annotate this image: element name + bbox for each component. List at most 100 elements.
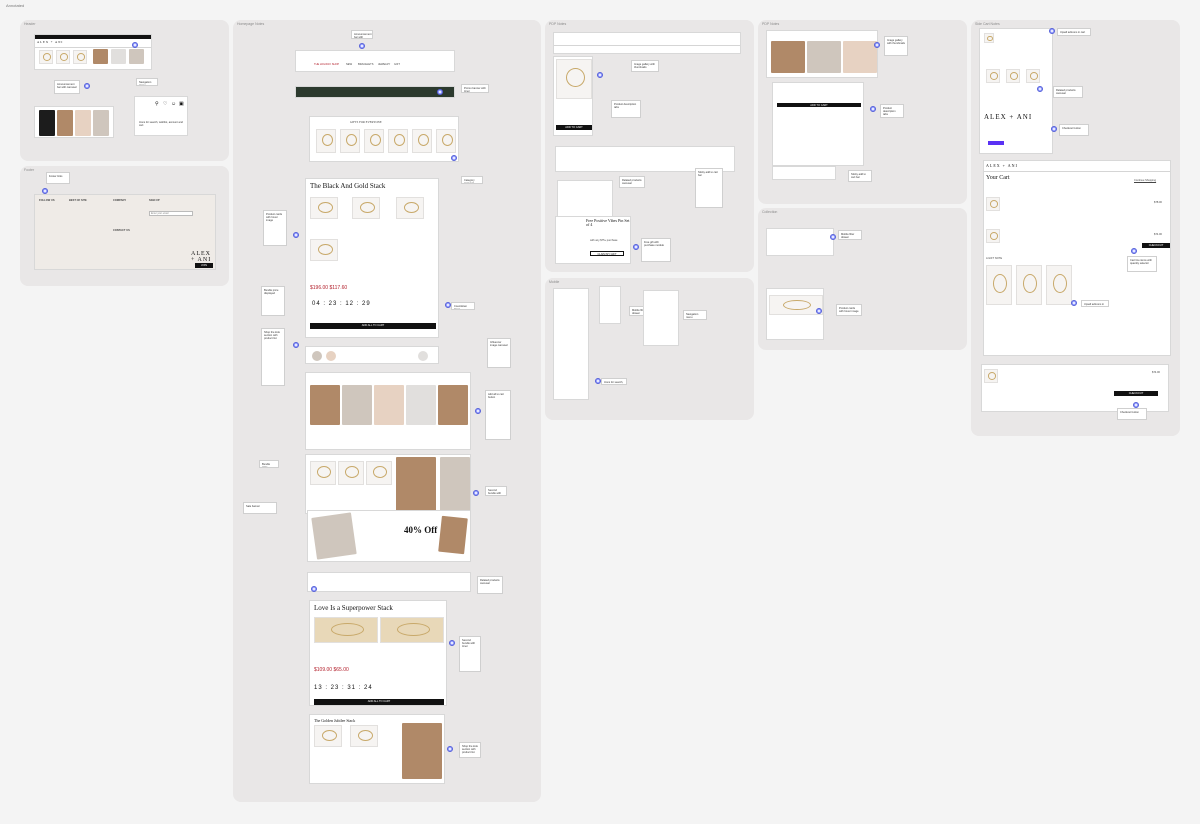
promo-banner[interactable] [295, 86, 455, 98]
annotation-note: Related products carousel [477, 576, 503, 594]
account-icon[interactable]: ☺ [171, 101, 176, 107]
upsell-product[interactable] [984, 33, 994, 43]
annotation-pin[interactable] [447, 746, 453, 752]
gift-module[interactable]: Free Positive Vibes Pin Set of 4 with an… [555, 216, 631, 264]
gift-card[interactable] [388, 129, 408, 153]
pdp-add-to-cart[interactable]: ADD TO CART [556, 125, 592, 130]
frame-title: Footer [24, 168, 35, 172]
continue-link[interactable]: Continue Shopping [1134, 179, 1156, 182]
pdp2-add-button[interactable]: ADD TO CART [777, 103, 861, 107]
superpower-product[interactable] [380, 617, 444, 643]
summary-checkout-button[interactable]: CHECKOUT [1114, 391, 1158, 396]
pdp-product: ADD TO CART [553, 56, 593, 136]
annotation-pin[interactable] [293, 342, 299, 348]
annotation-pin[interactable] [830, 234, 836, 240]
cart-item-image[interactable] [986, 197, 1000, 211]
join-button[interactable]: JOIN [195, 263, 213, 268]
nav-item[interactable]: BRACELETS [358, 63, 373, 66]
annotation-note: Icons for search, wishlist, account and … [601, 378, 627, 385]
annotation-pin[interactable] [1049, 28, 1055, 34]
claim-gift-button[interactable]: CLAIM MY GIFT [590, 251, 624, 256]
gallery-photo [807, 41, 841, 73]
annotation-pin[interactable] [633, 244, 639, 250]
header-logo[interactable]: ALEX + ANI [37, 40, 63, 44]
annotation-pin[interactable] [451, 155, 457, 161]
nav-item[interactable]: JEWELRY [378, 63, 390, 66]
annotation-note: Related products carousel [619, 176, 645, 188]
nav-item[interactable]: THE HOLIDAY SHOP [314, 63, 339, 66]
annotation-note: Shop the look section with product list [261, 328, 285, 386]
upsell-product[interactable] [986, 69, 1000, 83]
cart-header-logo: ALEX + ANI [986, 163, 1018, 168]
addon-card[interactable] [1016, 265, 1042, 305]
annotation-pin[interactable] [1037, 86, 1043, 92]
cart-summary-screenshot: $74.00 CHECKOUT [981, 364, 1169, 412]
gift-card[interactable] [316, 129, 336, 153]
add-all-button[interactable]: ADD ALL TO CART [310, 323, 436, 329]
sale-banner[interactable]: 40% Off [307, 510, 471, 562]
frame-footer: Footer Footer links FOLLOW US BEST OF SI… [20, 166, 229, 286]
annotation-pin[interactable] [1071, 300, 1077, 306]
shop-pay-button[interactable] [988, 141, 1004, 145]
frame-title: PDP Notes [762, 22, 780, 26]
jubilee-product[interactable] [314, 725, 342, 747]
gift-card[interactable] [364, 129, 384, 153]
gift-card[interactable] [340, 129, 360, 153]
stack-product[interactable] [396, 197, 424, 219]
addon-card[interactable] [986, 265, 1012, 305]
annotation-pin[interactable] [293, 232, 299, 238]
annotation-pin[interactable] [359, 43, 365, 49]
annotation-pin[interactable] [132, 42, 138, 48]
pdp-main-image[interactable] [556, 59, 592, 99]
stack-product[interactable] [310, 197, 338, 219]
annotation-note: Product description tabs [880, 104, 904, 118]
gift-card[interactable] [436, 129, 456, 153]
annotation-pin[interactable] [475, 408, 481, 414]
annotation-pin[interactable] [874, 42, 880, 48]
annotation-pin[interactable] [597, 72, 603, 78]
cart-item-image[interactable] [986, 229, 1000, 243]
collection-product[interactable] [769, 295, 823, 315]
stack-product[interactable] [352, 197, 380, 219]
look-product[interactable] [310, 461, 336, 485]
jubilee-product[interactable] [350, 725, 378, 747]
superpower-add-button[interactable]: ADD ALL TO CART [314, 699, 444, 705]
annotation-pin[interactable] [311, 586, 317, 592]
charm-image [312, 351, 322, 361]
gallery-photo [843, 41, 877, 73]
annotation-pin[interactable] [1131, 248, 1137, 254]
search-icon[interactable]: ⚲ [155, 101, 159, 107]
annotation-pin[interactable] [1051, 126, 1057, 132]
annotation-pin[interactable] [84, 83, 90, 89]
category-strip [307, 572, 471, 592]
annotation-note: Upsell add-ons in cart [1057, 28, 1091, 36]
annotation-pin[interactable] [870, 106, 876, 112]
stack-product[interactable] [310, 239, 338, 261]
influencer-photo [438, 385, 468, 425]
annotation-pin[interactable] [473, 490, 479, 496]
annotation-pin[interactable] [437, 89, 443, 95]
annotation-pin[interactable] [449, 640, 455, 646]
cart-icon[interactable]: ▣ [179, 101, 184, 107]
addon-card[interactable] [1046, 265, 1072, 305]
gift-card[interactable] [412, 129, 432, 153]
upsell-product[interactable] [1006, 69, 1020, 83]
summary-item-image[interactable] [984, 369, 998, 383]
upsell-product[interactable] [1026, 69, 1040, 83]
email-input[interactable]: Enter your email [149, 211, 193, 216]
nav-item[interactable]: GIFT [394, 63, 400, 66]
product-thumb[interactable] [39, 50, 53, 64]
gift-wrap-label[interactable]: A GIFT NOTE [986, 257, 1002, 260]
heart-icon[interactable]: ♡ [163, 101, 167, 107]
look-product[interactable] [338, 461, 364, 485]
checkout-button[interactable]: CHECKOUT [1142, 243, 1170, 248]
annotation-pin[interactable] [595, 378, 601, 384]
frame-title: Header [24, 22, 36, 26]
look-product[interactable] [366, 461, 392, 485]
product-thumb[interactable] [73, 50, 87, 64]
annotation-note: Countdown timer [451, 302, 475, 310]
nav-item[interactable]: NEW [346, 63, 352, 66]
annotation-pin[interactable] [816, 308, 822, 314]
product-thumb[interactable] [56, 50, 70, 64]
superpower-product[interactable] [314, 617, 378, 643]
